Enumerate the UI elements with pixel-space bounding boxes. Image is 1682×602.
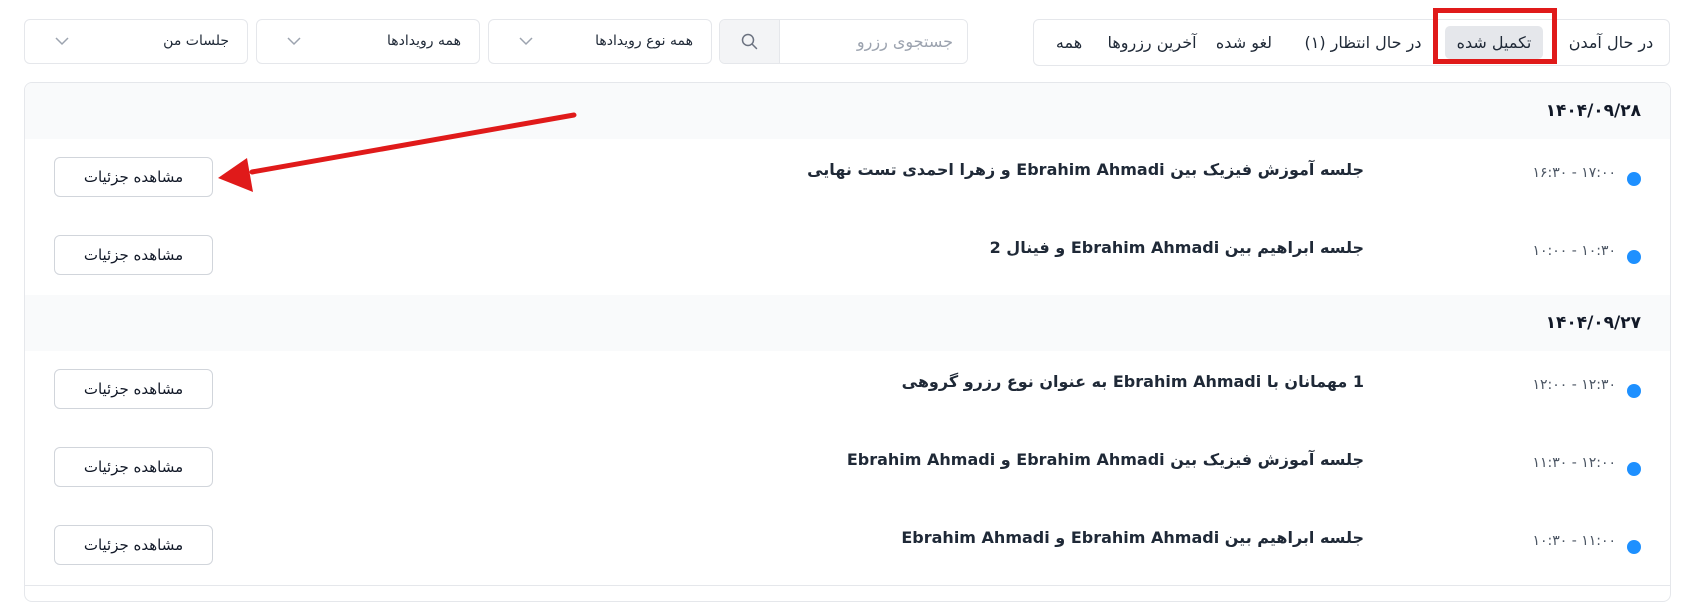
- status-dot: [1627, 172, 1641, 186]
- booking-row: ۱۰:۰۰ - ۱۰:۳۰ جلسه ابراهیم بین Ebrahim A…: [25, 217, 1670, 296]
- tab-completed[interactable]: تکمیل شده: [1445, 26, 1543, 59]
- sessions-select[interactable]: جلسات من: [24, 19, 248, 64]
- sessions-select-value: جلسات من: [163, 33, 229, 49]
- booking-time: ۱۰:۳۰ - ۱۱:۰۰: [1532, 533, 1616, 549]
- view-details-button[interactable]: مشاهده جزئیات: [54, 235, 213, 275]
- status-dot: [1627, 462, 1641, 476]
- status-dot: [1627, 384, 1641, 398]
- tab-cancelled[interactable]: لغو شده: [1205, 20, 1283, 65]
- booking-time: ۱۰:۰۰ - ۱۰:۳۰: [1532, 243, 1616, 259]
- booking-status-tabs: در حال آمدن تکمیل شده در حال انتظار (۱) …: [1033, 19, 1670, 66]
- booking-row: ۱۱:۳۰ - ۱۲:۰۰ جلسه آموزش فیزیک بین Ebrah…: [25, 429, 1670, 508]
- events-select[interactable]: همه رویدادها: [256, 19, 480, 64]
- status-dot: [1627, 250, 1641, 264]
- view-details-button[interactable]: مشاهده جزئیات: [54, 157, 213, 197]
- date-group-header: ۱۴۰۴/۰۹/۲۸: [25, 83, 1670, 140]
- events-select-value: همه رویدادها: [387, 33, 461, 49]
- tab-all[interactable]: همه: [1042, 20, 1096, 65]
- booking-time: ۱۲:۰۰ - ۱۲:۳۰: [1532, 377, 1616, 393]
- event-type-select-value: همه نوع رویدادها: [595, 33, 693, 49]
- booking-title: جلسه آموزش فیزیک بین Ebrahim Ahmadi و Eb…: [846, 450, 1364, 469]
- event-type-select[interactable]: همه نوع رویدادها: [488, 19, 712, 64]
- booking-list: ۱۴۰۴/۰۹/۲۸ ۱۶:۳۰ - ۱۷:۰۰ جلسه آموزش فیزی…: [24, 82, 1671, 602]
- chevron-down-icon: [519, 37, 533, 46]
- search-button[interactable]: [720, 20, 780, 63]
- tab-upcoming[interactable]: در حال آمدن: [1554, 20, 1668, 65]
- search-input[interactable]: [779, 20, 967, 63]
- date-label: ۱۴۰۴/۰۹/۲۸: [1545, 101, 1641, 121]
- view-details-button[interactable]: مشاهده جزئیات: [54, 525, 213, 565]
- booking-search: [719, 19, 968, 64]
- booking-title: جلسه آموزش فیزیک بین Ebrahim Ahmadi و زه…: [807, 160, 1364, 179]
- chevron-down-icon: [55, 37, 69, 46]
- booking-time: ۱۱:۳۰ - ۱۲:۰۰: [1532, 455, 1616, 471]
- tab-recent-bookings[interactable]: آخرین رزروها: [1100, 20, 1204, 65]
- date-group-header: ۱۴۰۴/۰۹/۲۷: [25, 295, 1670, 352]
- view-details-button[interactable]: مشاهده جزئیات: [54, 369, 213, 409]
- booking-title: جلسه ابراهیم بین Ebrahim Ahmadi و Ebrahi…: [901, 528, 1364, 547]
- chevron-down-icon: [287, 37, 301, 46]
- search-icon: [741, 33, 758, 50]
- booking-row: ۱۶:۳۰ - ۱۷:۰۰ جلسه آموزش فیزیک بین Ebrah…: [25, 139, 1670, 218]
- tab-pending[interactable]: در حال انتظار (۱): [1287, 20, 1439, 65]
- booking-row: ۱۰:۳۰ - ۱۱:۰۰ جلسه ابراهیم بین Ebrahim A…: [25, 507, 1670, 586]
- booking-row: ۱۲:۰۰ - ۱۲:۳۰ 1 مهمانان با Ebrahim Ahmad…: [25, 351, 1670, 430]
- booking-title: 1 مهمانان با Ebrahim Ahmadi به عنوان نوع…: [901, 372, 1364, 391]
- booking-time: ۱۶:۳۰ - ۱۷:۰۰: [1532, 165, 1616, 181]
- booking-title: جلسه ابراهیم بین Ebrahim Ahmadi و فینال …: [989, 238, 1364, 257]
- view-details-button[interactable]: مشاهده جزئیات: [54, 447, 213, 487]
- date-label: ۱۴۰۴/۰۹/۲۷: [1545, 313, 1641, 333]
- status-dot: [1627, 540, 1641, 554]
